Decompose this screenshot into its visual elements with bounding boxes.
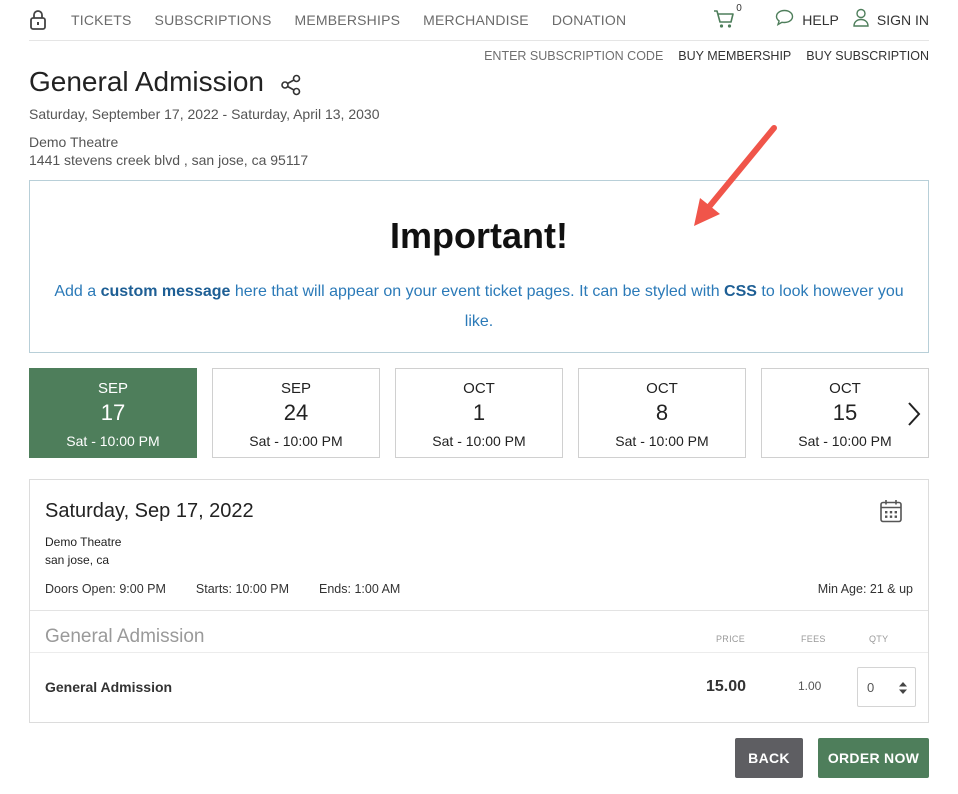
- date-card[interactable]: SEP 24 Sat - 10:00 PM: [212, 368, 380, 458]
- ticket-fee: 1.00: [798, 679, 822, 693]
- share-icon[interactable]: [280, 71, 302, 96]
- date-card[interactable]: OCT 8 Sat - 10:00 PM: [578, 368, 746, 458]
- notice-text: Add a custom message here that will appe…: [40, 277, 918, 337]
- date-time: Sat - 10:00 PM: [615, 433, 709, 449]
- ticket-name: General Admission: [45, 679, 173, 695]
- nav-right: 0 HELP SIGN IN: [713, 3, 929, 32]
- date-time: Sat - 10:00 PM: [66, 433, 160, 449]
- performance-times: Doors Open: 9:00 PM Starts: 10:00 PM End…: [45, 582, 430, 596]
- sign-in-label: SIGN IN: [876, 12, 929, 28]
- date-day: 17: [100, 400, 126, 425]
- page-title-row: General Admission: [29, 66, 302, 98]
- notice-text-part: Add a: [54, 283, 101, 300]
- event-venue: Demo Theatre: [29, 134, 119, 150]
- column-header-price: PRICE: [716, 634, 746, 644]
- event-date-range: Saturday, September 17, 2022 - Saturday,…: [29, 106, 380, 122]
- date-time: Sat - 10:00 PM: [432, 433, 526, 449]
- updown-chevron-icon: [899, 682, 907, 694]
- custom-message-box: Important! Add a custom message here tha…: [29, 180, 929, 353]
- date-card[interactable]: SEP 17 Sat - 10:00 PM: [29, 368, 197, 458]
- starts-time: Starts: 10:00 PM: [195, 582, 290, 596]
- notice-text-bold: CSS: [724, 283, 757, 300]
- cart-icon[interactable]: 0: [713, 3, 742, 31]
- nav-subscriptions[interactable]: SUBSCRIPTIONS: [155, 12, 272, 28]
- ticket-price: 15.00: [706, 678, 747, 695]
- ticket-section-title: General Admission: [45, 626, 205, 647]
- performance-date: Saturday, Sep 17, 2022: [45, 500, 254, 522]
- notice-text-bold: custom message: [100, 283, 231, 300]
- doors-open: Doors Open: 9:00 PM: [45, 582, 166, 596]
- date-month: OCT: [463, 380, 495, 397]
- date-month: SEP: [280, 380, 311, 397]
- back-button[interactable]: BACK: [735, 738, 803, 778]
- column-header-qty: QTY: [869, 634, 889, 644]
- divider: [30, 652, 928, 653]
- sub-nav: ENTER SUBSCRIPTION CODE BUY MEMBERSHIP B…: [469, 49, 929, 63]
- date-time: Sat - 10:00 PM: [798, 433, 892, 449]
- date-time: Sat - 10:00 PM: [249, 433, 343, 449]
- help-label: HELP: [802, 12, 839, 28]
- page-title: General Admission: [29, 66, 265, 97]
- order-now-button[interactable]: ORDER NOW: [818, 738, 929, 778]
- annotation-arrow: [694, 125, 777, 226]
- help-link[interactable]: HELP: [775, 9, 839, 31]
- notice-heading: Important!: [390, 215, 568, 256]
- date-card[interactable]: OCT 15 Sat - 10:00 PM: [761, 368, 929, 458]
- date-selector: SEP 17 Sat - 10:00 PM SEP 24 Sat - 10:00…: [29, 368, 929, 458]
- performance-city: san jose, ca: [45, 553, 110, 567]
- date-month: OCT: [646, 380, 678, 397]
- date-day: 8: [655, 400, 669, 425]
- column-header-fees: FEES: [801, 634, 826, 644]
- buy-subscription-link[interactable]: BUY SUBSCRIPTION: [806, 49, 929, 63]
- divider: [30, 610, 928, 611]
- sign-in-link[interactable]: SIGN IN: [853, 8, 929, 32]
- quantity-value: 0: [867, 680, 875, 695]
- notice-text-part: here that will appear on your event tick…: [230, 283, 725, 300]
- min-age: Min Age: 21 & up: [817, 582, 913, 596]
- ticket-panel: Saturday, Sep 17, 2022 Demo Theatre san …: [29, 479, 929, 723]
- date-month: OCT: [829, 380, 861, 397]
- nav-tickets[interactable]: TICKETS: [71, 12, 132, 28]
- cart-count: 0: [736, 3, 742, 14]
- event-address: 1441 stevens creek blvd , san jose, ca 9…: [29, 152, 309, 168]
- chat-icon: [775, 9, 794, 31]
- ends-time: Ends: 1:00 AM: [319, 582, 401, 596]
- nav-merchandise[interactable]: MERCHANDISE: [423, 12, 529, 28]
- lock-icon[interactable]: [29, 10, 49, 30]
- chevron-right-icon[interactable]: [906, 401, 922, 427]
- quantity-select[interactable]: 0: [857, 667, 916, 707]
- calendar-icon[interactable]: [880, 499, 902, 523]
- nav-memberships[interactable]: MEMBERSHIPS: [294, 12, 400, 28]
- date-day: 24: [283, 400, 309, 425]
- nav-donation[interactable]: DONATION: [552, 12, 626, 28]
- date-day: 15: [832, 400, 858, 425]
- performance-venue: Demo Theatre: [45, 535, 122, 549]
- date-card[interactable]: OCT 1 Sat - 10:00 PM: [395, 368, 563, 458]
- date-day: 1: [472, 400, 486, 425]
- enter-subscription-code-link[interactable]: ENTER SUBSCRIPTION CODE: [484, 49, 663, 63]
- top-nav: TICKETS SUBSCRIPTIONS MEMBERSHIPS MERCHA…: [29, 0, 929, 41]
- date-month: SEP: [97, 380, 128, 397]
- user-icon: [853, 8, 869, 32]
- buy-membership-link[interactable]: BUY MEMBERSHIP: [678, 49, 791, 63]
